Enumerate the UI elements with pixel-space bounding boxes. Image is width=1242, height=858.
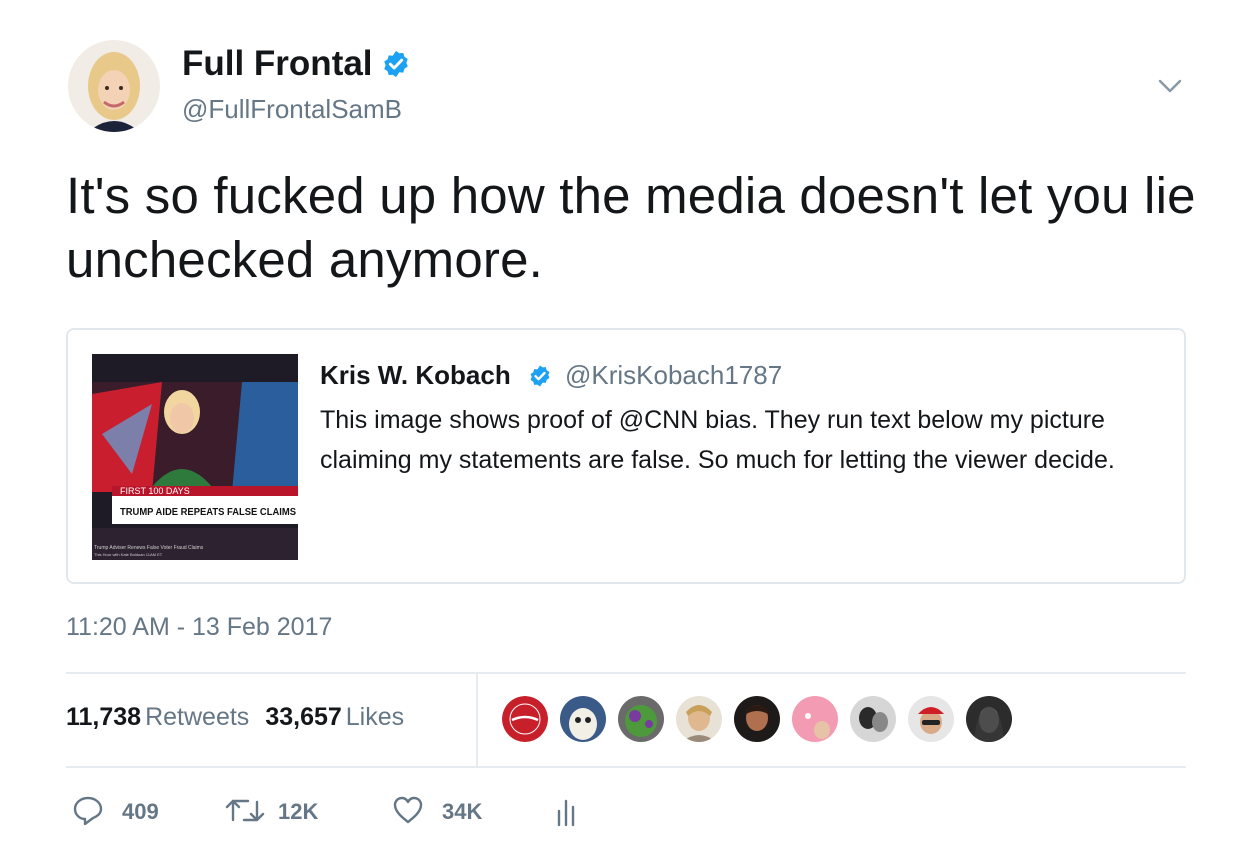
quoted-display-name[interactable]: Kris W. Kobach bbox=[320, 360, 511, 391]
media-banner-top: FIRST 100 DAYS bbox=[120, 486, 190, 496]
chevron-down-icon[interactable] bbox=[1156, 72, 1184, 100]
engagement-stats: 11,738 Retweets 33,657 Likes bbox=[66, 703, 404, 732]
analytics-icon bbox=[554, 793, 582, 832]
retweets-label: Retweets bbox=[145, 703, 250, 731]
divider bbox=[66, 766, 1186, 768]
verified-badge-icon bbox=[381, 48, 411, 88]
reply-button[interactable]: 409 bbox=[72, 792, 159, 832]
retweet-count: 12K bbox=[278, 799, 319, 824]
cartoon-character-avatar[interactable] bbox=[558, 694, 608, 744]
person-avatar[interactable] bbox=[674, 694, 724, 744]
quoted-handle[interactable]: @KrisKobach1787 bbox=[565, 360, 782, 391]
quoted-tweet-text: This image shows proof of @CNN bias. The… bbox=[320, 406, 1115, 474]
retweets-count: 11,738 bbox=[66, 703, 142, 731]
likes-stat[interactable]: 33,657 Likes bbox=[265, 703, 404, 731]
man-red-hat-avatar[interactable] bbox=[906, 694, 956, 744]
quoted-tweet-image[interactable]: FIRST 100 DAYS TRUMP AIDE REPEATS FALSE … bbox=[92, 354, 298, 560]
reply-icon bbox=[72, 794, 104, 831]
person-selfie-avatar[interactable] bbox=[732, 694, 782, 744]
author-avatar[interactable] bbox=[68, 40, 160, 132]
like-count: 34K bbox=[442, 799, 483, 824]
black-white-photo-avatar[interactable] bbox=[848, 694, 898, 744]
reply-count: 409 bbox=[122, 799, 159, 824]
tweet-timestamp[interactable]: 11:20 AM - 13 Feb 2017 bbox=[66, 613, 332, 642]
retweet-button[interactable]: 12K bbox=[224, 792, 318, 832]
heart-icon bbox=[392, 794, 424, 831]
green-alien-avatar[interactable] bbox=[616, 694, 666, 744]
retweet-icon bbox=[224, 794, 266, 831]
retweets-stat[interactable]: 11,738 Retweets bbox=[66, 703, 249, 731]
media-ticker-line2: This Hour with Kate Bolduan 11AM ET bbox=[94, 552, 163, 557]
author-handle[interactable]: @FullFrontalSamB bbox=[182, 94, 402, 125]
author-name-text: Full Frontal bbox=[182, 44, 373, 83]
analytics-button[interactable] bbox=[554, 792, 582, 832]
verified-badge-icon bbox=[528, 364, 552, 393]
media-banner-main: TRUMP AIDE REPEATS FALSE CLAIMS bbox=[120, 507, 296, 518]
pink-avatar[interactable] bbox=[790, 694, 840, 744]
quoted-tweet-card[interactable]: FIRST 100 DAYS TRUMP AIDE REPEATS FALSE … bbox=[66, 328, 1186, 584]
dark-portrait-avatar[interactable] bbox=[964, 694, 1014, 744]
likes-count: 33,657 bbox=[265, 703, 342, 731]
like-button[interactable]: 34K bbox=[392, 792, 482, 832]
author-display-name[interactable]: Full Frontal bbox=[182, 44, 411, 88]
likes-label: Likes bbox=[345, 703, 405, 731]
media-ticker-line1: Trump Adviser Renews False Voter Fraud C… bbox=[94, 545, 204, 551]
tweet-text: It's so fucked up how the media doesn't … bbox=[66, 167, 1196, 288]
divider bbox=[66, 672, 1186, 674]
miller-time-bottlecap-avatar[interactable] bbox=[500, 694, 550, 744]
divider bbox=[476, 674, 478, 766]
